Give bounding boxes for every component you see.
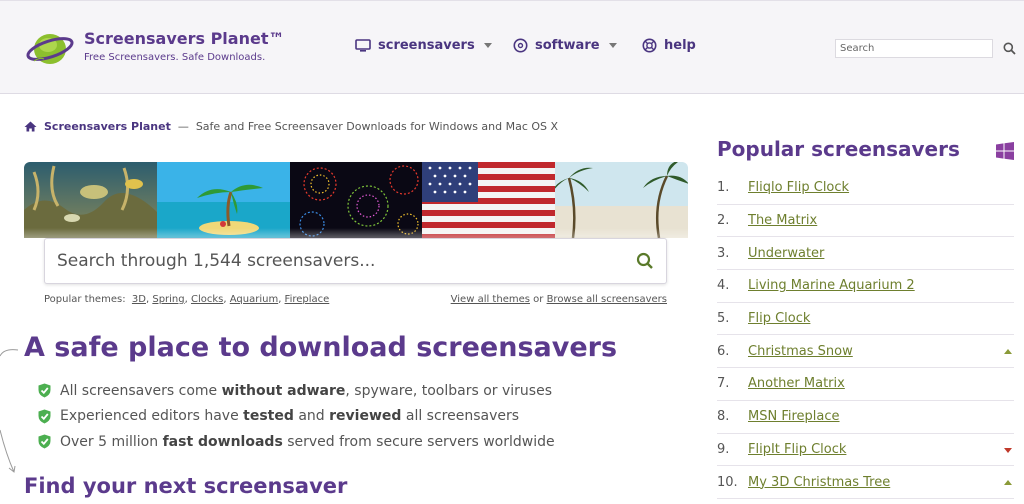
breadcrumb: Screensavers Planet — Safe and Free Scre… <box>24 120 558 133</box>
screensaver-link[interactable]: Flip Clock <box>748 311 810 326</box>
benefit-item: Over 5 million fast downloads served fro… <box>38 429 555 455</box>
benefits-list: All screensavers come without adware, sp… <box>38 378 555 455</box>
rank-number: 10. <box>717 474 738 490</box>
brand-title[interactable]: Screensavers Planet™ <box>84 29 284 48</box>
or-text: or <box>533 294 544 305</box>
theme-link-spring[interactable]: Spring <box>152 294 184 305</box>
windows-icon[interactable] <box>996 142 1014 160</box>
theme-link-aquarium[interactable]: Aquarium <box>230 294 278 305</box>
popular-screensavers-title: Popular screensavers <box>717 137 960 161</box>
header-search-input[interactable] <box>835 39 993 58</box>
screensaver-link[interactable]: Fliqlo Flip Clock <box>748 180 849 195</box>
rank-number: 3. <box>717 245 730 261</box>
brand-tagline: Free Screensavers. Safe Downloads. <box>84 52 266 63</box>
popular-themes: Popular themes: 3D, Spring, Clocks, Aqua… <box>44 294 330 305</box>
shield-check-icon <box>38 434 51 449</box>
site-header: Screensavers Planet™ Free Screensavers. … <box>0 0 1024 94</box>
monitor-icon <box>355 39 371 52</box>
benefit-text: Experienced editors have tested and revi… <box>60 408 520 425</box>
breadcrumb-separator: — <box>177 120 189 133</box>
header-search-button[interactable] <box>999 39 1019 58</box>
fireworks-tile[interactable] <box>289 162 423 238</box>
aquarium-tile[interactable] <box>24 162 157 238</box>
trend-up-icon <box>1004 349 1012 355</box>
popular-list: 1. Fliqlo Flip Clock 2. The Matrix 3. Un… <box>717 172 1014 499</box>
view-all-themes-link[interactable]: View all themes <box>451 294 530 305</box>
popular-item: 2. The Matrix <box>717 205 1014 238</box>
find-next-heading: Find your next screensaver <box>24 474 348 498</box>
rank-number: 5. <box>717 311 730 327</box>
chevron-down-icon <box>483 43 492 48</box>
nav-software[interactable]: software <box>513 38 617 53</box>
screensaver-link[interactable]: Living Marine Aquarium 2 <box>748 278 915 293</box>
nav-help-label: help <box>664 38 696 53</box>
decorative-arrow-icon <box>0 349 19 473</box>
trend-down-icon <box>1004 447 1012 453</box>
screensaver-link[interactable]: MSN Fireplace <box>748 409 840 424</box>
main-heading: A safe place to download screensavers <box>24 332 618 363</box>
popular-themes-label: Popular themes: <box>44 294 126 305</box>
shield-check-icon <box>38 383 51 398</box>
rank-number: 6. <box>717 343 730 359</box>
island-tile[interactable] <box>156 162 290 238</box>
rank-number: 9. <box>717 441 730 457</box>
search-icon <box>1003 42 1016 55</box>
popular-item: 6. Christmas Snow <box>717 335 1014 369</box>
screensaver-link[interactable]: My 3D Christmas Tree <box>748 475 890 490</box>
theme-link-3d[interactable]: 3D <box>132 294 146 305</box>
breadcrumb-home-link[interactable]: Screensavers Planet <box>44 120 171 133</box>
screensaver-link[interactable]: Christmas Snow <box>748 344 853 359</box>
nav-screensavers-label: screensavers <box>378 38 475 53</box>
home-icon[interactable] <box>24 121 37 132</box>
nav-help[interactable]: help <box>642 38 696 53</box>
beach-tile[interactable] <box>555 162 688 238</box>
rank-number: 8. <box>717 409 730 425</box>
breadcrumb-description: Safe and Free Screensaver Downloads for … <box>195 120 559 133</box>
us-flag-tile[interactable] <box>422 162 556 238</box>
rank-number: 1. <box>717 180 730 196</box>
hero-search-box <box>44 238 667 284</box>
benefit-text: All screensavers come without adware, sp… <box>60 382 552 399</box>
nav-software-label: software <box>535 38 600 53</box>
lifebuoy-icon <box>642 38 657 53</box>
screensaver-link[interactable]: Underwater <box>748 246 824 261</box>
popular-item: 10. My 3D Christmas Tree <box>717 466 1014 499</box>
benefit-item: All screensavers come without adware, sp… <box>38 378 555 404</box>
screensaver-link[interactable]: FlipIt Flip Clock <box>748 442 846 457</box>
popular-item: 4. Living Marine Aquarium 2 <box>717 270 1014 303</box>
popular-item: 1. Fliqlo Flip Clock <box>717 172 1014 205</box>
shield-check-icon <box>38 409 51 424</box>
popular-item: 9. FlipIt Flip Clock <box>717 434 1014 467</box>
popular-item: 8. MSN Fireplace <box>717 401 1014 434</box>
rank-number: 2. <box>717 213 730 229</box>
rank-number: 4. <box>717 278 730 294</box>
trend-up-icon <box>1004 480 1012 486</box>
browse-links: View all themes or Browse all screensave… <box>451 294 667 305</box>
screensaver-link[interactable]: The Matrix <box>748 213 817 228</box>
browse-all-link[interactable]: Browse all screensavers <box>547 294 667 305</box>
disc-icon <box>513 38 528 53</box>
hero-search-input[interactable] <box>57 251 617 271</box>
chevron-down-icon <box>608 43 617 48</box>
search-icon[interactable] <box>636 252 654 270</box>
theme-link-fireplace[interactable]: Fireplace <box>285 294 330 305</box>
screensaver-link[interactable]: Another Matrix <box>748 376 845 391</box>
screenshot-tiles <box>24 162 688 238</box>
hero-banner: Popular themes: 3D, Spring, Clocks, Aqua… <box>24 162 688 316</box>
nav-screensavers[interactable]: screensavers <box>355 38 492 53</box>
popular-item: 3. Underwater <box>717 237 1014 271</box>
benefit-item: Experienced editors have tested and revi… <box>38 404 555 430</box>
popular-item: 5. Flip Clock <box>717 303 1014 336</box>
popular-item: 7. Another Matrix <box>717 368 1014 401</box>
planet-logo-icon[interactable] <box>26 25 74 69</box>
benefit-text: Over 5 million fast downloads served fro… <box>60 433 555 450</box>
rank-number: 7. <box>717 376 730 392</box>
theme-link-clocks[interactable]: Clocks <box>191 294 223 305</box>
